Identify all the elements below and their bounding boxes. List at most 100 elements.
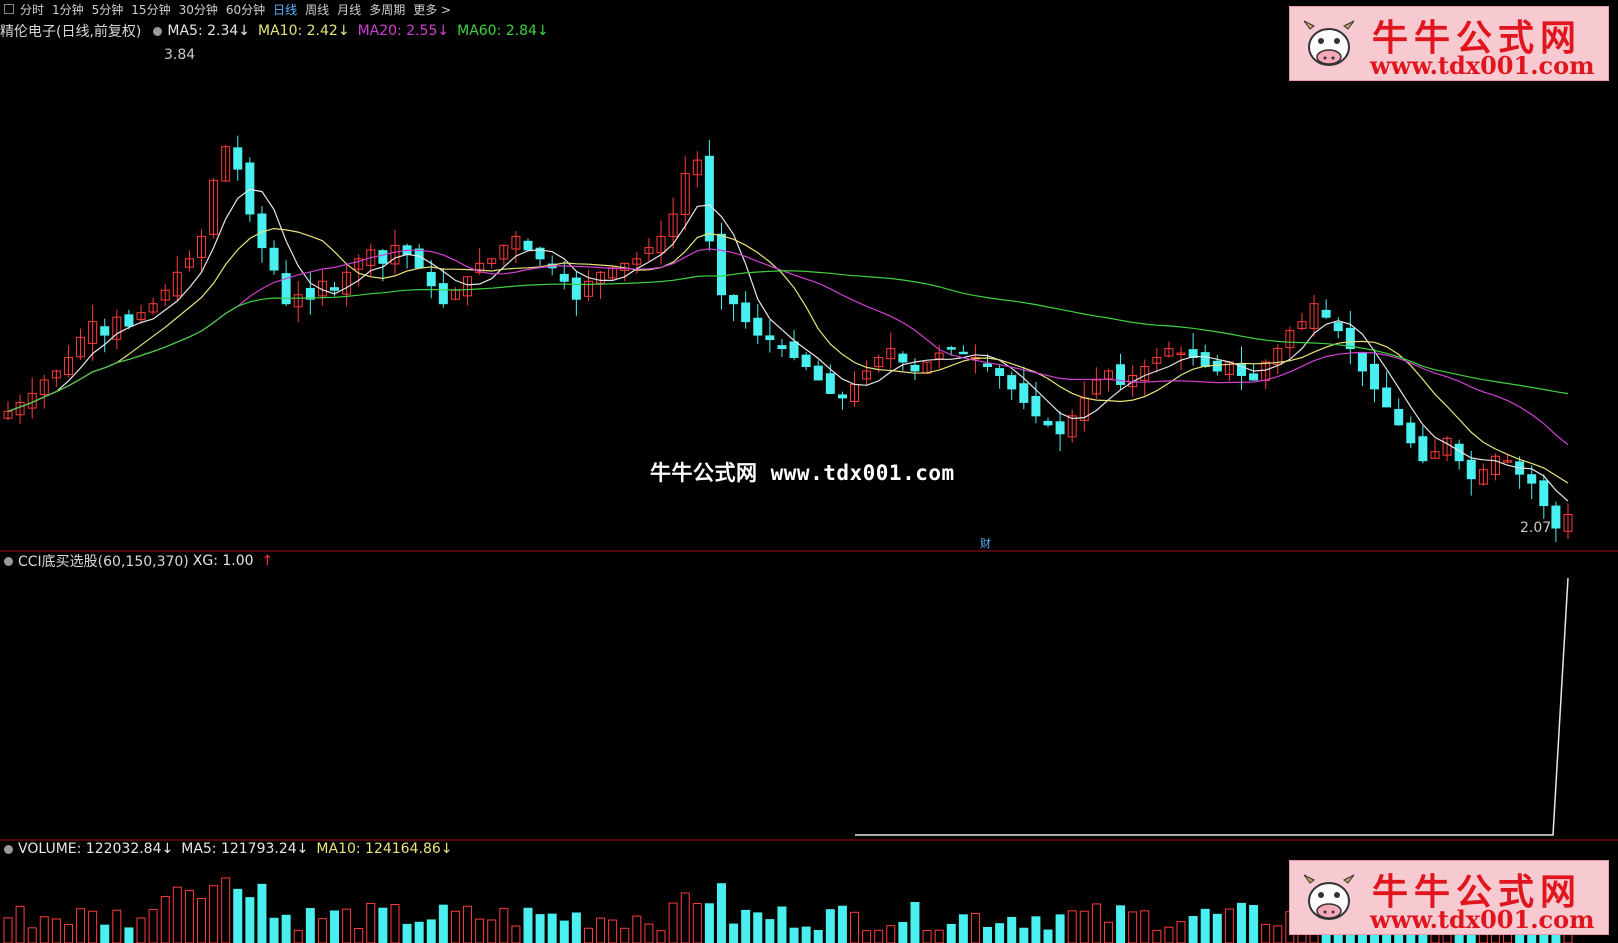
legend-item-1: ↑	[261, 553, 274, 569]
volume-bar	[463, 905, 473, 943]
volume-bar	[136, 917, 146, 943]
candle-body	[983, 363, 993, 368]
tab-8[interactable]: 月线	[337, 1, 361, 18]
candle-body	[1418, 436, 1428, 462]
volume-bar	[196, 897, 206, 943]
tab-9[interactable]: 多周期	[369, 1, 405, 18]
volume-bar	[112, 909, 122, 943]
volume-bar	[1103, 921, 1113, 943]
candle-body	[753, 317, 763, 336]
volume-bar	[1273, 925, 1283, 943]
volume-bar	[414, 921, 424, 943]
volume-bar	[1152, 929, 1162, 943]
volume-bar	[825, 909, 835, 943]
candle-body	[898, 353, 908, 363]
volume-bar	[1224, 908, 1234, 943]
tab-3[interactable]: 15分钟	[131, 1, 170, 18]
candle-body	[958, 351, 968, 355]
legend-item-2: MA10: 124164.86↓	[316, 841, 453, 857]
volume-bar	[184, 889, 194, 943]
ma10-line	[7, 227, 1569, 484]
volume-bar	[499, 907, 509, 943]
volume-bar	[886, 925, 896, 943]
volume-bar	[547, 913, 557, 943]
price-legend: 精伦电子(日线,前复权) MA5: 2.34↓ MA10: 2.42↓ MA20: …	[0, 21, 557, 41]
volume-bar	[753, 912, 763, 943]
candle-body	[704, 155, 714, 242]
volume-bar	[330, 910, 340, 943]
candle-body	[378, 250, 388, 264]
volume-bar	[874, 929, 884, 943]
volume-bar	[983, 926, 993, 943]
toggle-square-icon[interactable]	[4, 4, 14, 14]
candle-body	[1406, 422, 1416, 444]
candle-body	[1394, 408, 1404, 426]
volume-bar	[1249, 905, 1259, 943]
volume-bar	[390, 903, 400, 943]
candle-body	[269, 247, 279, 271]
volume-bar	[1212, 913, 1222, 943]
xg-signal-line	[855, 577, 1569, 836]
volume-bar	[1200, 908, 1210, 943]
volume-bar	[1128, 911, 1138, 943]
volume-bar	[63, 923, 73, 943]
candle-body	[1551, 505, 1561, 529]
candle-body	[1466, 459, 1476, 480]
volume-bar	[438, 904, 448, 943]
volume-bar	[704, 903, 714, 943]
volume-bar	[305, 908, 315, 943]
ma-lines-group	[7, 188, 1569, 502]
volume-bar	[1236, 902, 1246, 943]
volume-bar	[644, 923, 654, 943]
volume-bar	[1116, 905, 1126, 943]
volume-bar	[1019, 927, 1029, 943]
candle-body	[438, 283, 448, 305]
candle-body	[559, 273, 569, 282]
tab-2[interactable]: 5分钟	[92, 1, 124, 18]
volume-bar	[692, 903, 702, 943]
volume-bar	[741, 909, 751, 943]
candle-body	[801, 354, 811, 368]
volume-bar	[1067, 910, 1077, 943]
candle-body	[1249, 373, 1259, 381]
settings-dot-icon[interactable]	[4, 556, 13, 566]
tab-6[interactable]: 日线	[273, 1, 297, 18]
candle-body	[1370, 363, 1380, 390]
volume-bar	[39, 916, 49, 943]
settings-dot-icon[interactable]	[4, 844, 13, 854]
volume-bar	[970, 913, 980, 943]
volume-bar	[475, 918, 485, 943]
legend-item-0: MA5: 2.34↓	[167, 23, 251, 39]
volume-bar	[1055, 914, 1065, 943]
finance-marker[interactable]: 财	[980, 535, 991, 551]
volume-bar	[1261, 923, 1271, 943]
tab-4[interactable]: 30分钟	[179, 1, 218, 18]
volume-bar	[801, 926, 811, 943]
tab-0[interactable]: 分时	[20, 1, 44, 18]
volume-bar	[837, 905, 847, 943]
legend-item-2: MA20: 2.55↓	[357, 23, 450, 39]
volume-bar	[511, 925, 521, 943]
volume-bar	[535, 914, 545, 943]
candle-body	[910, 364, 920, 372]
legend-item-0: VOLUME: 122032.84↓	[18, 841, 174, 857]
volume-bar	[862, 930, 872, 943]
candle-body	[1321, 309, 1331, 318]
volume-bar	[608, 919, 618, 943]
candle-body	[765, 335, 775, 341]
volume-bar	[995, 923, 1005, 943]
tab-1[interactable]: 1分钟	[52, 1, 84, 18]
volume-bar	[76, 908, 86, 943]
settings-dot-icon[interactable]	[153, 26, 163, 36]
tab-5[interactable]: 60分钟	[226, 1, 265, 18]
ma60-line	[7, 270, 1569, 412]
candle-body	[777, 345, 787, 350]
tab-10[interactable]: 更多 >	[413, 1, 451, 18]
tab-7[interactable]: 周线	[305, 1, 329, 18]
volume-bar	[269, 917, 279, 943]
center-watermark: 牛牛公式网 www.tdx001.com	[650, 461, 955, 485]
cow-logo-icon	[1303, 20, 1355, 66]
volume-bar	[124, 927, 134, 943]
volume-bar	[620, 927, 630, 943]
volume-bar	[922, 929, 932, 943]
